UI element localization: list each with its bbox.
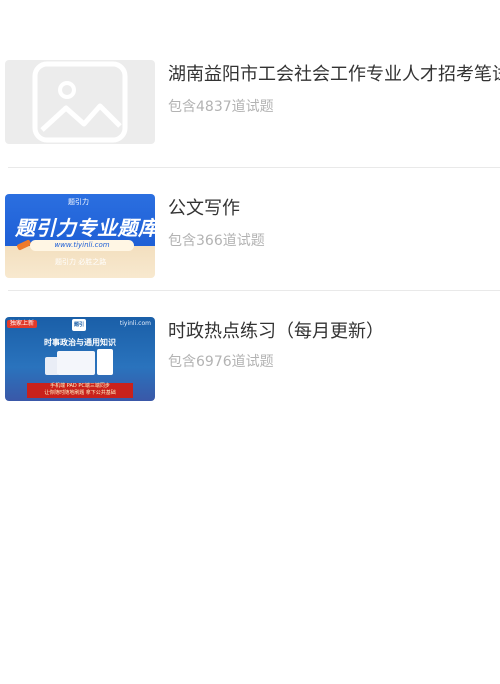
item-title: 时政热点练习（每月更新） <box>168 321 384 342</box>
banner-headline: 时事政治与通用知识 <box>44 338 116 347</box>
item-thumbnail <box>5 60 155 144</box>
list-item[interactable]: 独家上新 题引力 tiyinli.com 时事政治与通用知识 手机端 PAD P… <box>0 291 500 411</box>
site-label: tiyinli.com <box>119 320 151 327</box>
item-thumbnail: 题引力 题引力专业题库 www.tiyinli.com 题引力 必胜之路 <box>5 194 155 278</box>
promo-url: www.tiyinli.com <box>30 240 134 251</box>
brand-logo: 题引力 <box>68 198 89 206</box>
banner-line-2: 让你随时随地刷题 拿下公共基础 <box>44 390 116 396</box>
desktop-screen <box>57 351 95 375</box>
new-badge: 独家上新 <box>7 320 38 328</box>
promo-banner: 题引力 题引力专业题库 www.tiyinli.com 题引力 必胜之路 <box>5 194 155 278</box>
news-banner: 独家上新 题引力 tiyinli.com 时事政治与通用知识 手机端 PAD P… <box>5 317 155 401</box>
item-question-count: 包含6976道试题 <box>168 354 274 370</box>
question-bank-list: 湖南益阳市工会社会工作专业人才招考笔试 包含4837道试题 题引力 题引力专业题… <box>0 47 500 411</box>
banner-footer: 手机端 PAD PC端三端同步 让你随时随地刷题 拿下公共基础 <box>27 383 133 398</box>
list-item[interactable]: 湖南益阳市工会社会工作专业人才招考笔试 包含4837道试题 <box>0 47 500 167</box>
promo-tagline: 题引力 必胜之路 <box>55 258 107 266</box>
item-title: 湖南益阳市工会社会工作专业人才招考笔试 <box>168 64 500 85</box>
image-placeholder-icon <box>5 60 155 144</box>
promo-headline: 题引力专业题库 <box>15 216 155 240</box>
question-bank-list-page: 湖南益阳市工会社会工作专业人才招考笔试 包含4837道试题 题引力 题引力专业题… <box>0 0 500 684</box>
phone-screen <box>97 349 113 375</box>
item-question-count: 包含366道试题 <box>168 233 265 249</box>
banner-line-1: 手机端 PAD PC端三端同步 <box>50 383 110 389</box>
item-thumbnail: 独家上新 题引力 tiyinli.com 时事政治与通用知识 手机端 PAD P… <box>5 317 155 401</box>
brand-logo: 题引力 <box>72 319 86 340</box>
item-title: 公文写作 <box>168 198 240 219</box>
item-question-count: 包含4837道试题 <box>168 99 274 115</box>
list-item[interactable]: 题引力 题引力专业题库 www.tiyinli.com 题引力 必胜之路 公文写… <box>0 168 500 288</box>
